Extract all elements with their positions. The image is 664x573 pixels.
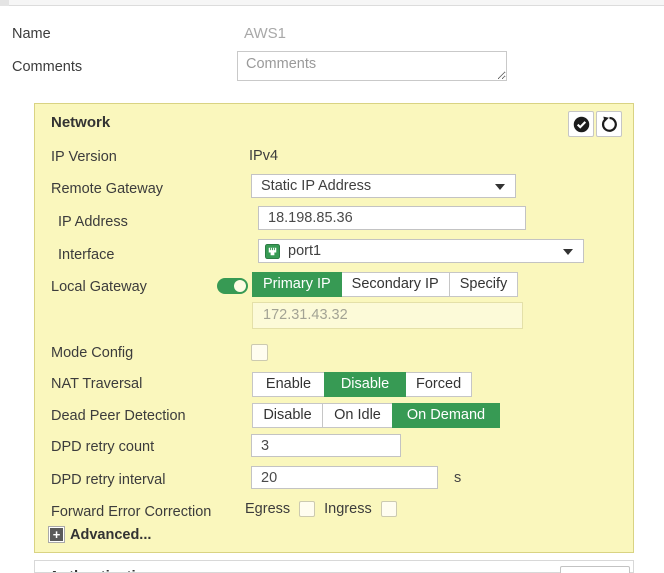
mode-config-checkbox[interactable] [251, 344, 268, 361]
fec-controls: Egress Ingress [245, 501, 397, 517]
segment-forced[interactable]: Forced [405, 372, 472, 397]
revert-button[interactable] [596, 111, 622, 137]
nat-traversal-label: NAT Traversal [51, 376, 142, 392]
ingress-label: Ingress [324, 501, 372, 517]
mode-config-label: Mode Config [51, 345, 133, 361]
name-value: AWS1 [244, 25, 286, 42]
authentication-section-title: Authentication [49, 568, 154, 573]
segment-on-idle[interactable]: On Idle [322, 403, 393, 428]
chevron-down-icon [563, 249, 573, 255]
interface-label: Interface [58, 247, 114, 263]
local-gateway-ip-input: 172.31.43.32 [252, 302, 523, 329]
chevron-down-icon [495, 184, 505, 190]
egress-checkbox[interactable] [299, 501, 315, 517]
seconds-unit-label: s [454, 470, 461, 486]
ip-version-value: IPv4 [249, 148, 278, 164]
remote-gateway-selected: Static IP Address [252, 175, 515, 197]
advanced-expander[interactable]: + Advanced... [48, 526, 151, 543]
ip-address-label: IP Address [58, 214, 128, 230]
toolbar-notch [0, 0, 9, 6]
ip-version-label: IP Version [51, 149, 117, 165]
ethernet-port-icon [265, 244, 280, 259]
local-gateway-segments: Primary IP Secondary IP Specify [252, 272, 518, 297]
remote-gateway-select[interactable]: Static IP Address [251, 174, 516, 198]
authentication-edit-button[interactable] [560, 566, 630, 573]
dpd-retry-interval-label: DPD retry interval [51, 472, 165, 488]
interface-select[interactable]: port1 [258, 239, 584, 263]
advanced-label: Advanced... [70, 527, 151, 543]
dpd-retry-count-label: DPD retry count [51, 439, 154, 455]
segment-primary-ip[interactable]: Primary IP [252, 272, 342, 297]
check-circle-icon [573, 116, 590, 133]
ingress-checkbox[interactable] [381, 501, 397, 517]
segment-disable[interactable]: Disable [324, 372, 406, 397]
segment-specify[interactable]: Specify [449, 272, 519, 297]
authentication-section: Authentication [34, 560, 634, 573]
dpd-retry-interval-input[interactable] [251, 466, 438, 489]
undo-icon [601, 116, 618, 133]
local-gateway-label: Local Gateway [51, 279, 147, 295]
network-section-title: Network [51, 114, 110, 131]
interface-selected: port1 [259, 240, 583, 262]
toggle-knob [234, 280, 246, 292]
network-section: Network IP Version IPv4 Remote Gateway S… [34, 103, 634, 553]
nat-traversal-segments: Enable Disable Forced [252, 372, 472, 397]
segment-dpd-disable[interactable]: Disable [252, 403, 323, 428]
comments-input[interactable] [237, 51, 507, 81]
remote-gateway-label: Remote Gateway [51, 181, 163, 197]
forward-error-correction-label: Forward Error Correction [51, 504, 211, 520]
dpd-retry-count-input[interactable] [251, 434, 401, 457]
dead-peer-detection-label: Dead Peer Detection [51, 408, 186, 424]
segment-enable[interactable]: Enable [252, 372, 325, 397]
plus-icon: + [48, 526, 65, 543]
egress-label: Egress [245, 501, 290, 517]
segment-on-demand[interactable]: On Demand [392, 403, 500, 428]
name-label: Name [12, 26, 51, 42]
segment-secondary-ip[interactable]: Secondary IP [341, 272, 450, 297]
accept-button[interactable] [568, 111, 594, 137]
comments-label: Comments [12, 59, 82, 75]
local-gateway-toggle[interactable] [217, 278, 248, 294]
dpd-segments: Disable On Idle On Demand [252, 403, 500, 428]
toolbar-edge [0, 0, 664, 6]
ip-address-input[interactable] [258, 206, 526, 230]
